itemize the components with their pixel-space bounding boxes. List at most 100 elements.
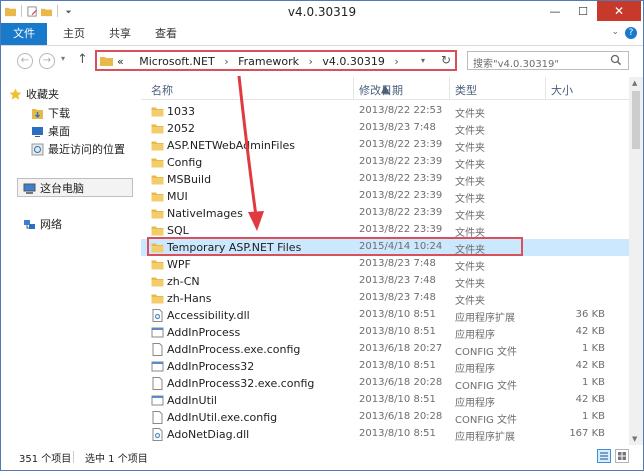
file-type: 文件夹 (455, 296, 485, 307)
recent-locations-dropdown[interactable]: ▾ (61, 54, 65, 63)
column-header-size[interactable]: 大小 (551, 82, 573, 98)
column-header-date[interactable]: 修改日期 (359, 82, 403, 98)
tab-file[interactable]: 文件 (1, 23, 47, 45)
table-row[interactable]: zh-Hans 2013/8/23 7:48 文件夹 (141, 290, 629, 307)
file-date: 2013/8/10 8:51 (359, 309, 436, 320)
config-file-icon (152, 377, 163, 390)
table-row[interactable]: MUI 2013/8/22 23:39 文件夹 (141, 188, 629, 205)
folder-icon (151, 158, 164, 168)
breadcrumb-framework[interactable]: Framework (238, 55, 299, 68)
config-file-icon (152, 343, 163, 356)
table-row[interactable]: AdoNetDiag.dll 2013/8/10 8:51 应用程序扩展 167 KB (141, 426, 629, 443)
table-row[interactable]: AddInProcess32 2013/8/10 8:51 应用程序 42 KB (141, 358, 629, 375)
folder-icon (151, 192, 164, 202)
breadcrumb-separator[interactable]: › (394, 55, 398, 68)
breadcrumb-v4[interactable]: v4.0.30319 (322, 55, 385, 68)
back-button[interactable]: ← (17, 53, 33, 69)
table-row[interactable]: zh-CN 2013/8/23 7:48 文件夹 (141, 273, 629, 290)
maximize-button[interactable]: ☐ (569, 1, 597, 21)
search-box[interactable]: 搜索"v4.0.30319" (467, 51, 629, 70)
file-name: 1033 (167, 105, 195, 118)
file-size: 42 KB (575, 360, 605, 371)
table-row[interactable]: Accessibility.dll 2013/8/10 8:51 应用程序扩展 36 … (141, 307, 629, 324)
file-type: 应用程序扩展 (455, 432, 515, 443)
table-row[interactable]: 1033 2013/8/22 22:53 文件夹 (141, 103, 629, 120)
column-header-name[interactable]: 名称 (151, 82, 173, 98)
file-date: 2013/8/10 8:51 (359, 360, 436, 371)
file-type: 文件夹 (455, 262, 485, 273)
file-name: zh-Hans (167, 292, 212, 305)
file-name: Config (167, 156, 203, 169)
file-size: 1 KB (582, 343, 605, 354)
file-name: Accessibility.dll (167, 309, 250, 322)
table-row[interactable]: AddInProcess 2013/8/10 8:51 应用程序 42 KB (141, 324, 629, 341)
scroll-up-arrow[interactable]: ▲ (632, 79, 637, 87)
sidebar-item-favorites[interactable]: 收藏夹 (9, 86, 59, 102)
file-name: AddInProcess32 (167, 360, 255, 373)
table-row[interactable]: AddInProcess32.exe.config 2013/6/18 20:28… (141, 375, 629, 392)
table-row[interactable]: AddInProcess.exe.config 2013/6/18 20:27 CO… (141, 341, 629, 358)
refresh-button[interactable]: ↻ (441, 53, 451, 67)
file-size: 167 KB (569, 428, 605, 439)
folder-icon (151, 226, 164, 236)
sidebar-label: 下载 (48, 107, 70, 120)
table-row[interactable]: NativeImages 2013/8/22 23:39 文件夹 (141, 205, 629, 222)
table-row[interactable]: AddInUtil 2013/8/10 8:51 应用程序 42 KB (141, 392, 629, 409)
help-icon[interactable]: ? (625, 27, 637, 39)
item-count: 351 个项目 (19, 454, 72, 465)
column-header-row: 名称 ▲ 修改日期 类型 大小 (141, 77, 629, 100)
file-date: 2013/6/18 20:28 (359, 411, 443, 422)
column-header-type[interactable]: 类型 (455, 82, 477, 98)
address-bar[interactable]: « Microsoft.NET › Framework › v4.0.30319… (95, 50, 457, 71)
table-row[interactable]: WPF 2013/8/23 7:48 文件夹 (141, 256, 629, 273)
sidebar-item-network[interactable]: 网络 (23, 216, 62, 232)
folder-icon (151, 107, 164, 117)
column-divider[interactable] (449, 77, 450, 99)
breadcrumb-separator[interactable]: › (224, 55, 228, 68)
breadcrumb-separator[interactable]: › (309, 55, 313, 68)
tab-view[interactable]: 查看 (147, 23, 185, 45)
folder-icon (151, 260, 164, 270)
highlight-box (147, 237, 523, 256)
scroll-down-arrow[interactable]: ▼ (632, 435, 637, 443)
file-size: 1 KB (582, 377, 605, 388)
table-row[interactable]: ASP.NETWebAdminFiles 2013/8/22 23:39 文件夹 (141, 137, 629, 154)
file-name: WPF (167, 258, 191, 271)
navigation-bar: ← → ▾ ↑ « Microsoft.NET › Framework › v4… (1, 46, 643, 76)
forward-button[interactable]: → (39, 53, 55, 69)
search-icon[interactable] (610, 54, 622, 66)
sidebar-item-this-pc[interactable]: 这台电脑 (23, 180, 84, 196)
exe-file-icon (151, 395, 164, 406)
table-row[interactable]: Config 2013/8/22 23:39 文件夹 (141, 154, 629, 171)
sidebar-item-downloads[interactable]: 下载 (31, 105, 70, 121)
ribbon-expand-icon[interactable]: ⌄ (611, 27, 619, 37)
file-date: 2013/8/23 7:48 (359, 258, 436, 269)
minimize-button[interactable]: — (541, 1, 569, 21)
close-button[interactable]: ✕ (597, 1, 641, 21)
sidebar-item-desktop[interactable]: 桌面 (31, 123, 70, 139)
breadcrumb-overflow[interactable]: « (117, 55, 124, 68)
table-row[interactable]: MSBuild 2013/8/22 23:39 文件夹 (141, 171, 629, 188)
column-divider[interactable] (545, 77, 546, 99)
vertical-scrollbar[interactable]: ▲ ▼ (629, 77, 643, 445)
file-type: CONFIG 文件 (455, 381, 517, 392)
file-date: 2013/6/18 20:28 (359, 377, 443, 388)
large-icons-view-button[interactable] (615, 449, 629, 463)
tab-share[interactable]: 共享 (101, 23, 139, 45)
file-date: 2013/8/22 23:39 (359, 190, 443, 201)
table-row[interactable]: AddInUtil.exe.config 2013/6/18 20:28 CONFI… (141, 409, 629, 426)
sidebar-item-recent-places[interactable]: 最近访问的位置 (31, 141, 125, 157)
file-type: 应用程序 (455, 364, 495, 375)
file-name: MSBuild (167, 173, 212, 186)
up-button[interactable]: ↑ (77, 52, 88, 67)
file-date: 2013/8/22 23:39 (359, 156, 443, 167)
file-date: 2013/8/22 23:39 (359, 139, 443, 150)
table-row[interactable]: 2052 2013/8/23 7:48 文件夹 (141, 120, 629, 137)
breadcrumb-microsoft-net[interactable]: Microsoft.NET (139, 55, 214, 68)
column-divider[interactable] (353, 77, 354, 99)
tab-home[interactable]: 主页 (55, 23, 93, 45)
file-name: zh-CN (167, 275, 200, 288)
details-view-button[interactable] (597, 449, 611, 463)
scroll-thumb[interactable] (632, 91, 640, 149)
address-history-dropdown[interactable]: ▾ (421, 56, 425, 65)
